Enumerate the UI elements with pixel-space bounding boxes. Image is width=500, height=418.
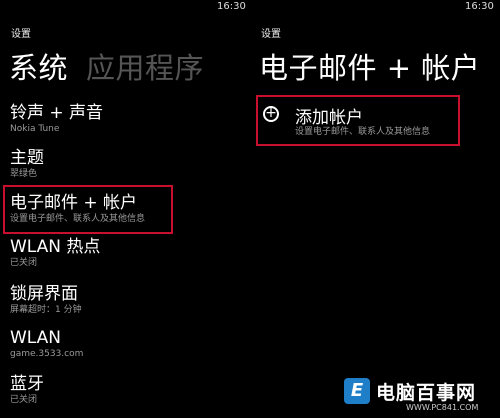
- pivot-applications[interactable]: 应用程序: [86, 51, 204, 85]
- list-item-subtitle: 屏幕超时：1 分钟: [10, 305, 82, 315]
- list-item-title: 铃声 + 声音: [10, 103, 104, 123]
- page-title: 电子邮件 + 帐户: [259, 51, 481, 85]
- list-item-subtitle: game.3533.com: [10, 349, 84, 359]
- list-item-title: WLAN 热点: [10, 237, 101, 257]
- list-item-wlan-hotspot[interactable]: WLAN 热点 已关闭: [10, 237, 100, 269]
- list-item-bluetooth[interactable]: 蓝牙 已关闭: [10, 374, 44, 406]
- list-item-title: 主题: [10, 148, 44, 168]
- watermark-name: 电脑百事网: [376, 381, 477, 404]
- list-item-subtitle: 已关闭: [10, 258, 38, 268]
- pivot-header: 系统 应用程序: [9, 45, 204, 87]
- list-item-wlan[interactable]: WLAN game.3533.com: [10, 328, 83, 360]
- list-item-title: 锁屏界面: [10, 284, 78, 304]
- section-title: 设置: [11, 29, 31, 40]
- list-item-subtitle: Nokia Tune: [10, 124, 60, 134]
- email-accounts-panel: 16:30 设置 电子邮件 + 帐户: [255, 0, 500, 418]
- watermark-site: WWW.PC841.COM: [406, 403, 479, 412]
- pivot-system[interactable]: 系统: [9, 51, 68, 85]
- status-time: 16:30: [217, 1, 246, 12]
- list-item-theme[interactable]: 主题 翠绿色: [10, 148, 44, 180]
- highlight-box-add-account: [256, 95, 460, 146]
- list-item-subtitle: 翠绿色: [10, 169, 38, 179]
- list-item-title: WLAN: [10, 328, 62, 348]
- list-item-lock-screen[interactable]: 锁屏界面 屏幕超时：1 分钟: [10, 284, 82, 316]
- list-item-subtitle: 已关闭: [10, 395, 38, 405]
- list-item-ringtones[interactable]: 铃声 + 声音 Nokia Tune: [10, 103, 103, 135]
- list-item-title: 蓝牙: [10, 374, 44, 394]
- section-title: 设置: [261, 29, 281, 40]
- highlight-box-email: [3, 185, 173, 234]
- watermark-logo: E: [344, 378, 370, 404]
- watermark: E 电脑百事网 WWW.PC841.COM: [344, 376, 478, 412]
- status-time: 16:30: [465, 1, 494, 12]
